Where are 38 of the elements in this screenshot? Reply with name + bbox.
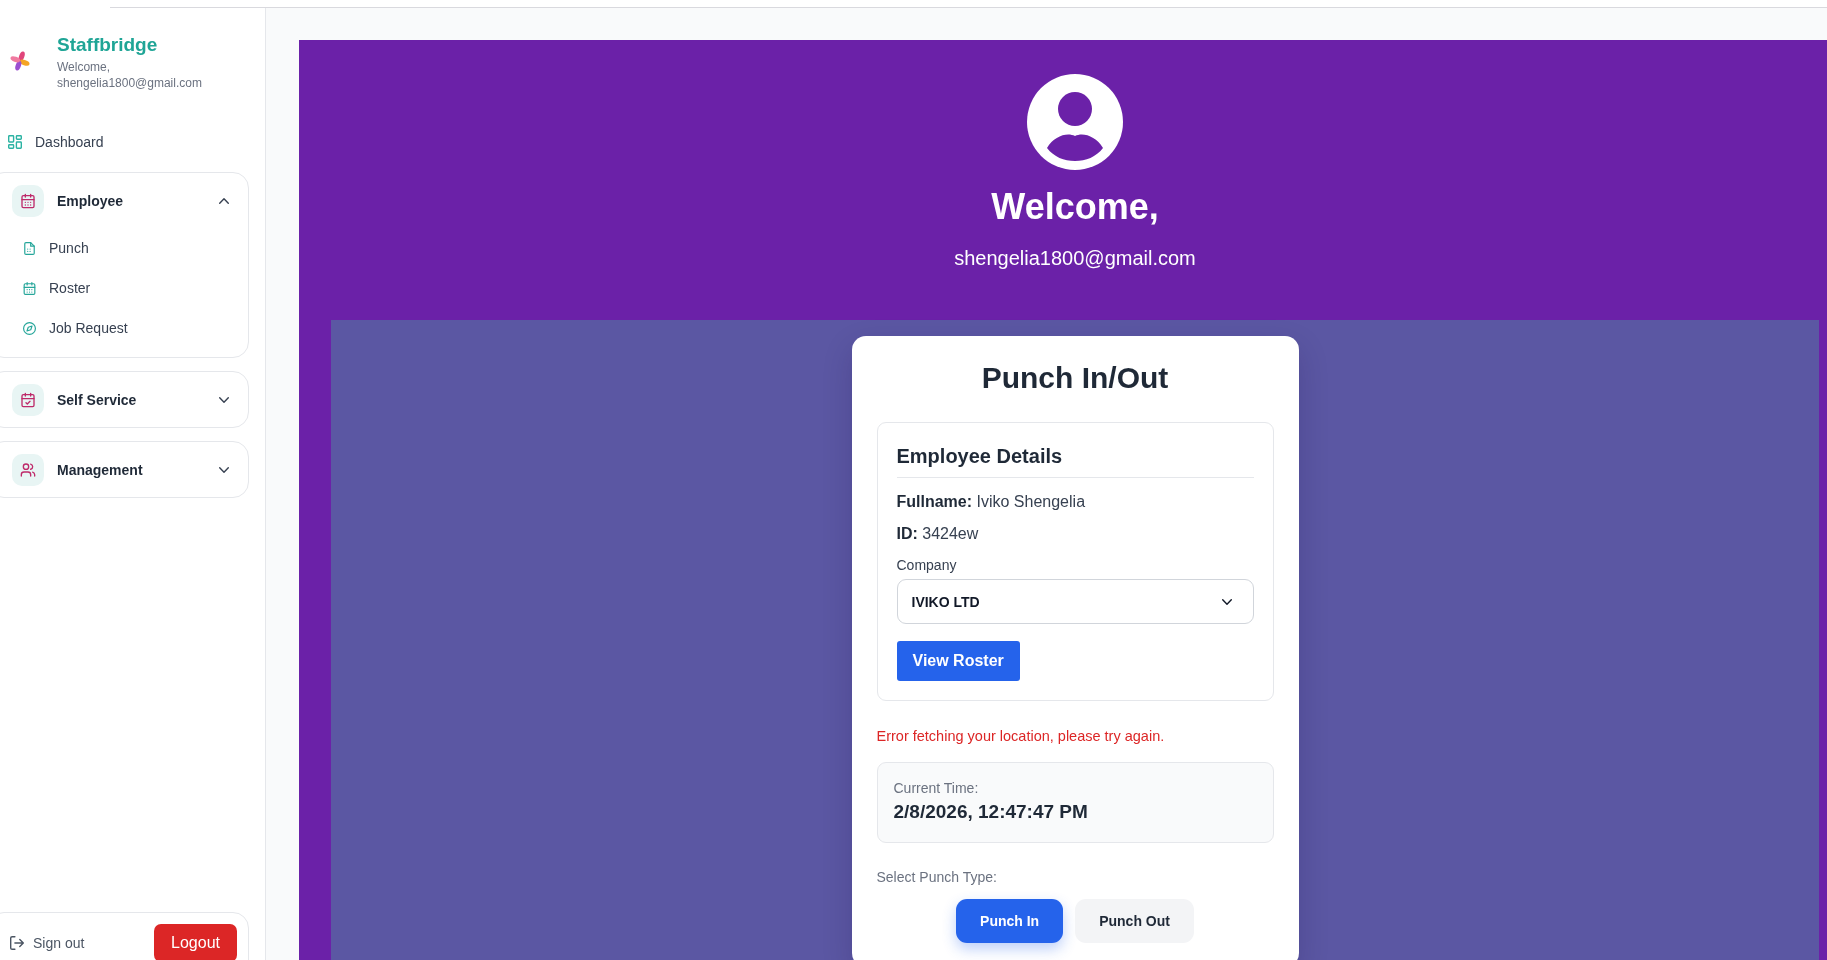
sign-out-link[interactable]: Sign out xyxy=(10,924,85,960)
company-select[interactable]: IVIKO LTD xyxy=(896,579,1254,624)
nav-link[interactable]: Dashboard xyxy=(0,125,249,159)
nav-item[interactable]: Roster xyxy=(0,268,248,308)
compass-icon xyxy=(23,321,36,335)
user-avatar-icon xyxy=(1027,74,1123,170)
users-icon xyxy=(12,454,44,486)
nav-item[interactable]: Punch xyxy=(0,228,248,268)
chevron-down-icon xyxy=(1221,598,1232,605)
logout-button[interactable]: Logout xyxy=(154,924,237,960)
punch-type-button[interactable]: Punch In xyxy=(956,899,1064,943)
calendar-check-icon xyxy=(12,384,44,416)
field-label: Company xyxy=(896,556,958,575)
nav-group-header[interactable]: Management xyxy=(0,442,248,497)
error-message: Error fetching your location, please try again. xyxy=(876,727,1166,746)
dashboard-grid-icon xyxy=(8,135,22,149)
time-label: Current Time: xyxy=(893,779,980,798)
calendar-icon xyxy=(23,281,36,295)
welcome-text: Welcome, xyxy=(57,59,112,75)
pinwheel-logo-icon xyxy=(10,51,30,71)
card-title: Punch In/Out xyxy=(980,360,1170,396)
user-email: shengelia1800@gmail.com xyxy=(954,246,1196,271)
fullname-text: Fullname: Iviko Shengelia xyxy=(896,492,1087,512)
punch-type-label: Select Punch Type: xyxy=(876,868,998,887)
user-email: shengelia1800@gmail.com xyxy=(57,75,202,91)
section-heading: Employee Details xyxy=(896,442,1254,478)
welcome-heading: Welcome, xyxy=(991,185,1159,229)
employee-id-text: ID: 3424ew xyxy=(896,524,980,544)
nav-item[interactable]: Job Request xyxy=(0,308,248,348)
nav-group-header[interactable]: Self Service xyxy=(0,372,248,427)
nav-group-header[interactable]: Employee xyxy=(0,173,248,228)
punch-type-button[interactable]: Punch Out xyxy=(1075,899,1194,943)
time-value: 2/8/2026, 12:47:47 PM xyxy=(893,800,1089,824)
sign-out-icon xyxy=(10,936,24,950)
document-icon xyxy=(23,241,36,255)
view-roster-button[interactable]: View Roster xyxy=(896,641,1020,681)
brand-name: Staffbridge xyxy=(57,33,159,57)
calendar-icon xyxy=(12,185,44,217)
